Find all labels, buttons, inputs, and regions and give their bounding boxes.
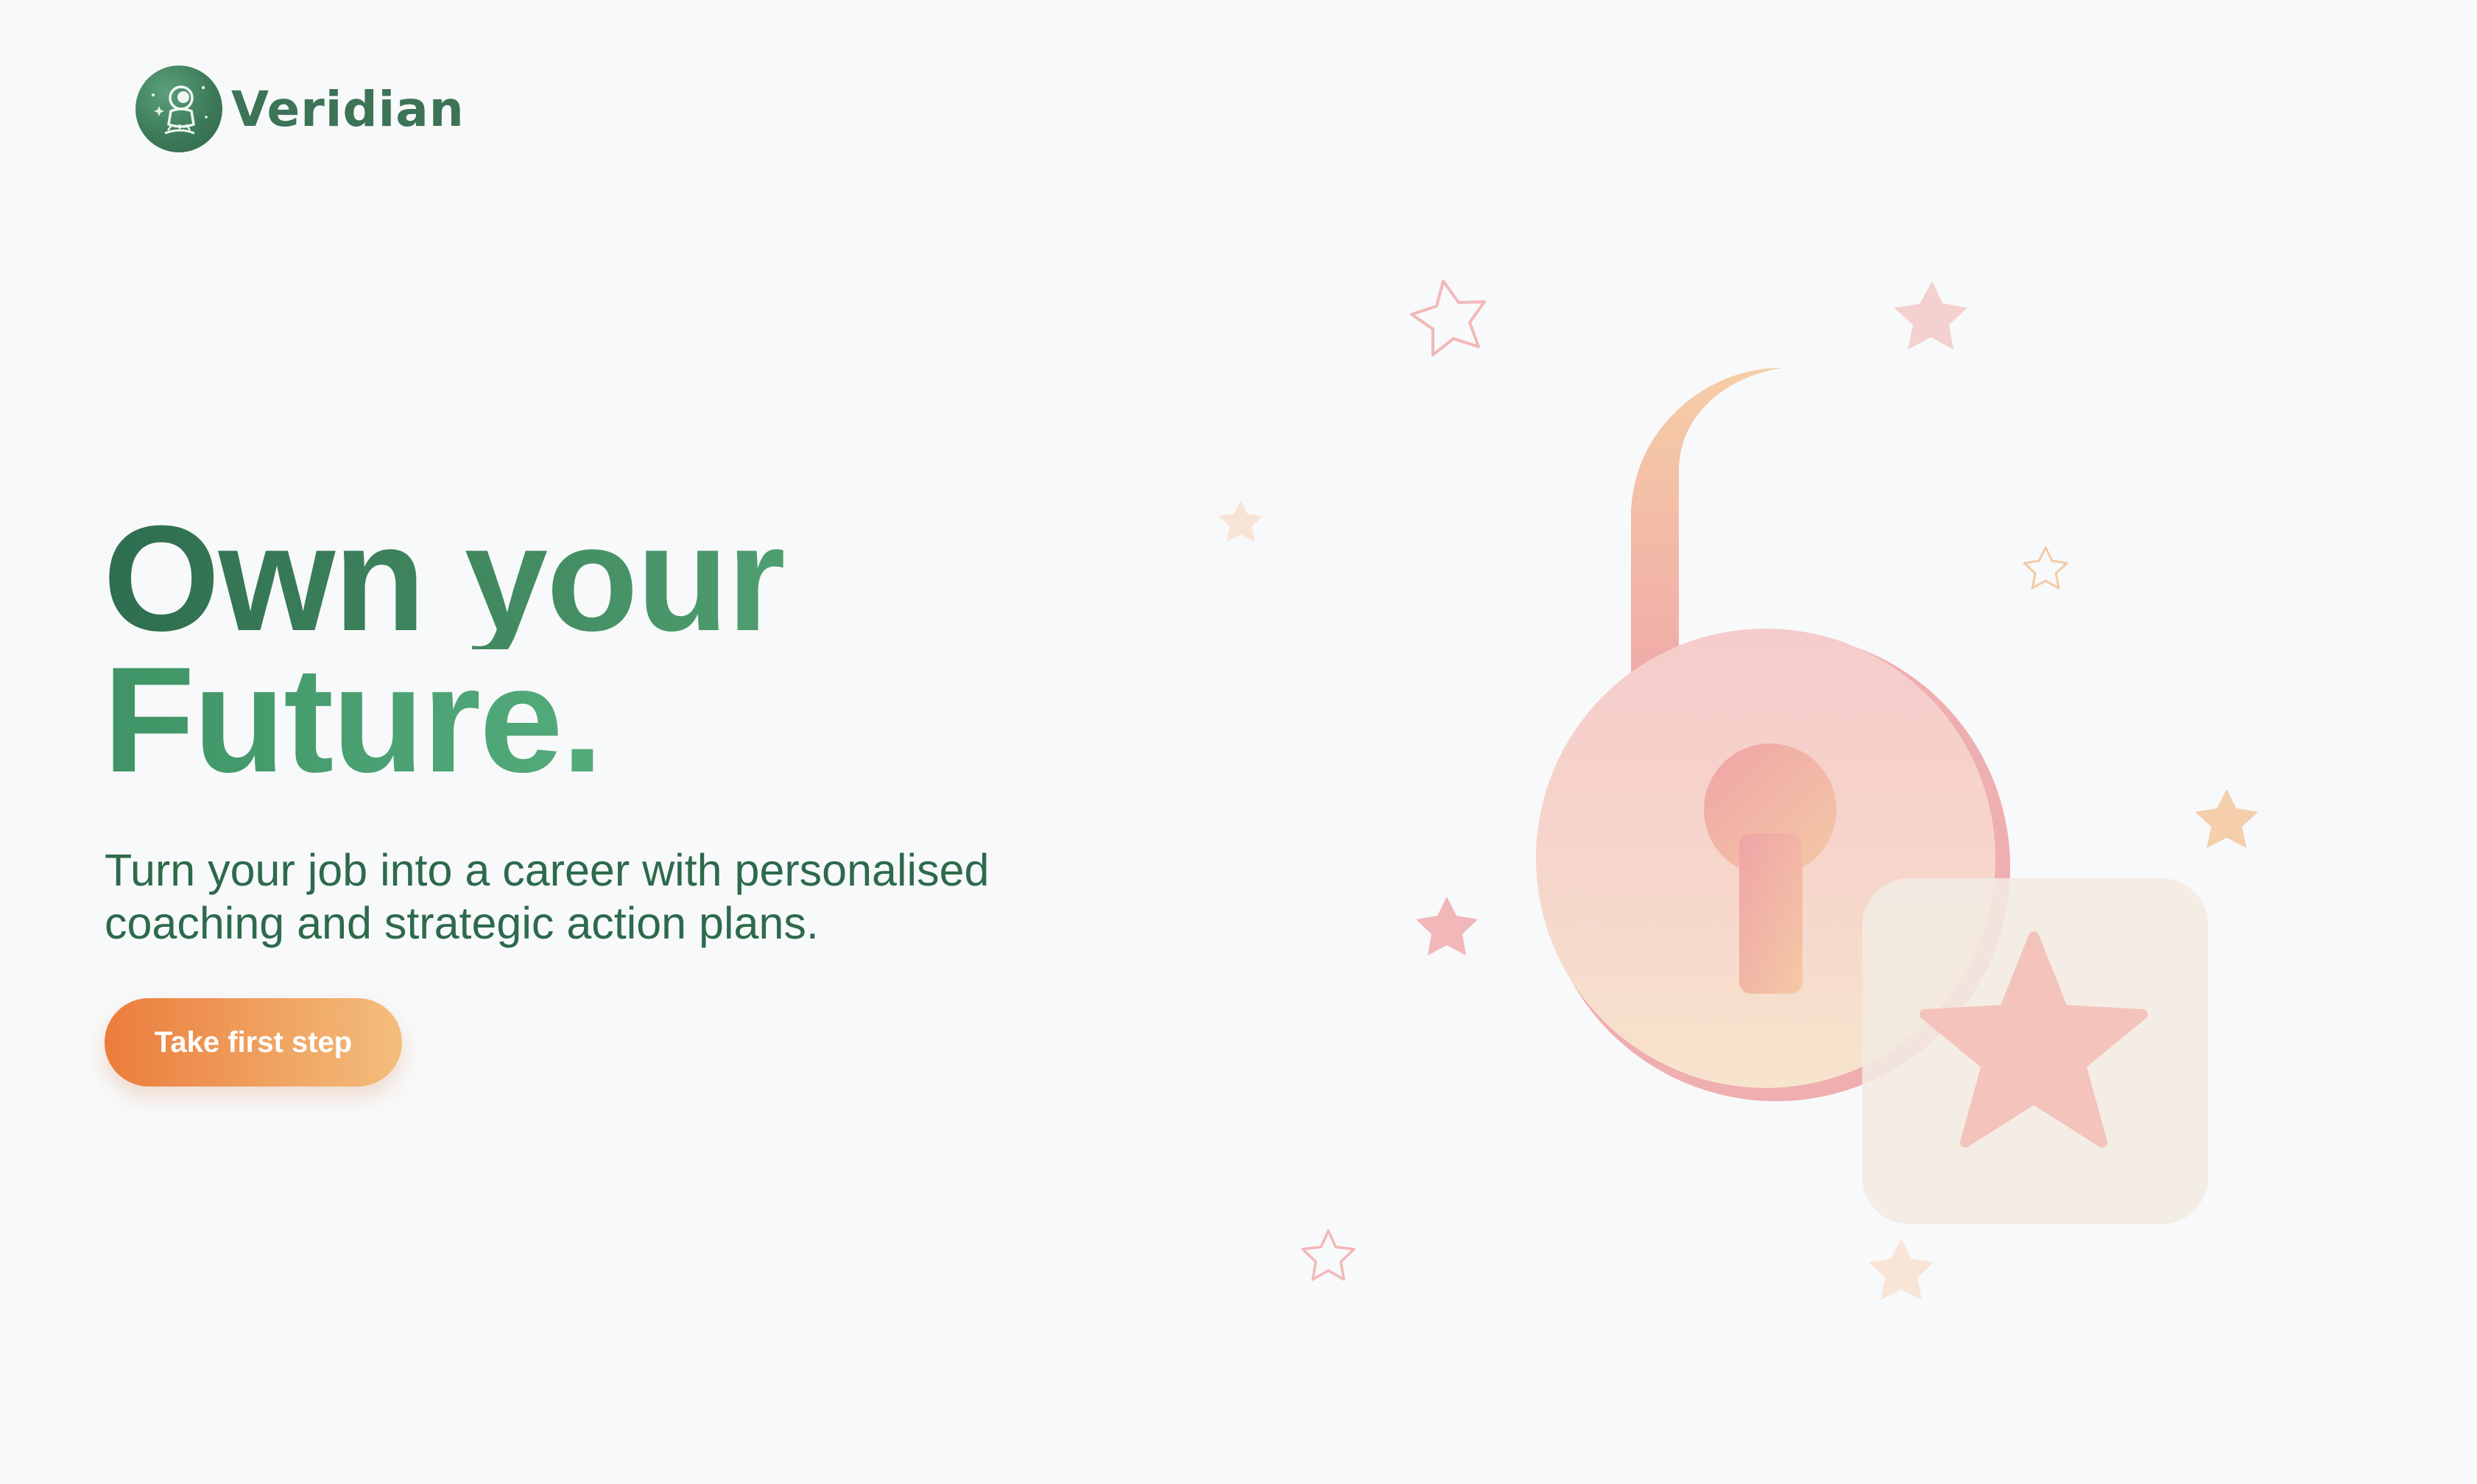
astronaut-icon (135, 66, 222, 152)
hero-illustration (1149, 236, 2356, 1384)
take-first-step-button[interactable]: Take first step (105, 998, 402, 1086)
star-icon (1301, 1229, 1356, 1281)
hero-subtitle: Turn your job into a career with persona… (105, 845, 990, 948)
star-icon (1410, 280, 1486, 356)
brand-logo[interactable]: Veridian (135, 65, 465, 153)
star-icon (2195, 789, 2258, 848)
star-icon (1219, 501, 1263, 542)
headline-line-1: Own your (103, 495, 786, 662)
page-title: Own your Future. (103, 495, 786, 795)
star-icon (2023, 546, 2068, 590)
brand-name: Veridian (231, 80, 465, 138)
star-icon (1894, 281, 1967, 350)
headline-line-2: Future. (103, 645, 784, 795)
star-icon (1869, 1238, 1934, 1300)
star-badge-icon (1862, 878, 2208, 1224)
star-icon (1416, 897, 1478, 955)
